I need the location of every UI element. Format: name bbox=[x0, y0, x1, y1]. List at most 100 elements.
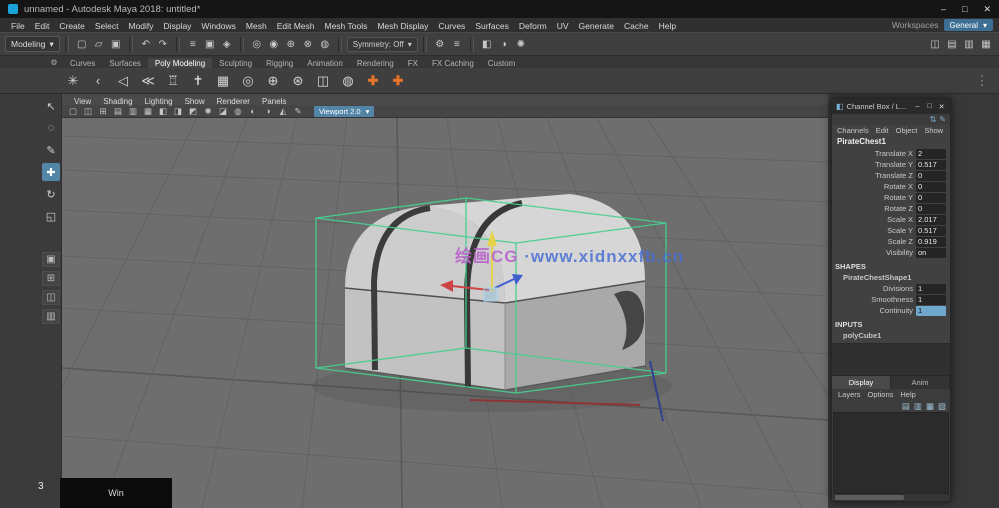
textured-icon[interactable]: ◩ bbox=[186, 106, 200, 117]
viewport-menu-item[interactable]: Show bbox=[179, 97, 211, 106]
make-live-icon[interactable]: ◍ bbox=[317, 36, 333, 52]
select-tool[interactable]: ↖ bbox=[42, 97, 60, 115]
snap-grid-icon[interactable]: ◎ bbox=[249, 36, 265, 52]
snap-point-icon[interactable]: ⊕ bbox=[283, 36, 299, 52]
redo-icon[interactable]: ↷ bbox=[155, 36, 171, 52]
layout-two-pane[interactable]: ◫ bbox=[42, 290, 60, 305]
extrude-icon[interactable]: ✝ bbox=[187, 70, 209, 92]
menu-item[interactable]: Mesh Display bbox=[372, 21, 433, 31]
modeling-toolkit-toggle-icon[interactable]: ◫ bbox=[927, 36, 943, 52]
rotate-tool[interactable]: ↻ bbox=[42, 185, 60, 203]
layer-editor-menu-item[interactable]: Layers bbox=[835, 390, 864, 399]
speed-state-icon[interactable]: ✎ bbox=[939, 115, 946, 124]
channel-divisions-value[interactable]: 1 bbox=[916, 284, 946, 294]
move-tool[interactable]: ✚ bbox=[42, 163, 60, 181]
open-scene-icon[interactable]: ▱ bbox=[91, 36, 107, 52]
render-frame-icon[interactable]: ◧ bbox=[479, 36, 495, 52]
menu-item[interactable]: Mesh bbox=[241, 21, 272, 31]
quad-draw-icon[interactable]: ≪ bbox=[137, 70, 159, 92]
viewport-renderer-dropdown[interactable]: Viewport 2.0 ▾ bbox=[314, 105, 375, 117]
separate-icon[interactable]: ⊛ bbox=[287, 70, 309, 92]
channel-rotate-x-value[interactable]: 0 bbox=[916, 182, 946, 192]
select-hierarchy-icon[interactable]: ≡ bbox=[185, 36, 201, 52]
channel-translate-x-value[interactable]: 2 bbox=[916, 149, 946, 159]
menu-item[interactable]: Create bbox=[54, 21, 90, 31]
workspace-dropdown[interactable]: General ▾ bbox=[943, 19, 993, 31]
viewport-menu-item[interactable]: Lighting bbox=[139, 97, 179, 106]
channel-scale-x-value[interactable]: 2.017 bbox=[916, 215, 946, 225]
channel-scale-z-value[interactable]: 0.919 bbox=[916, 237, 946, 247]
channel-translate-y[interactable]: Translate Y bbox=[832, 160, 913, 170]
move-layer-up-icon[interactable]: ▤ bbox=[902, 401, 910, 412]
mirror-icon[interactable]: ◫ bbox=[312, 70, 334, 92]
new-scene-icon[interactable]: ▢ bbox=[74, 36, 90, 52]
menu-item[interactable]: Display bbox=[159, 21, 197, 31]
snap-curve-icon[interactable]: ◉ bbox=[266, 36, 282, 52]
perspective-viewport[interactable]: View Shading Lighting Show Renderer Panels ▢ ◫… bbox=[62, 94, 828, 508]
channel-rotate-y-value[interactable]: 0 bbox=[916, 193, 946, 203]
channel-continuity[interactable]: Continuity bbox=[832, 306, 913, 316]
select-object-icon[interactable]: ▣ bbox=[202, 36, 218, 52]
channel-box-menu-item[interactable]: Object bbox=[893, 126, 921, 135]
viewport-canvas[interactable]: 绘画CG ·www.xidnxxfb.cn bbox=[62, 118, 828, 508]
combine-icon[interactable]: ⊕ bbox=[262, 70, 284, 92]
save-scene-icon[interactable]: ▣ bbox=[108, 36, 124, 52]
channel-box-menu-item[interactable]: Edit bbox=[873, 126, 892, 135]
attribute-editor-toggle-icon[interactable]: ▤ bbox=[944, 36, 960, 52]
menu-item[interactable]: UV bbox=[552, 21, 574, 31]
tool-settings-toggle-icon[interactable]: ▥ bbox=[961, 36, 977, 52]
channel-visibility-value[interactable]: on bbox=[916, 248, 946, 258]
snap-plane-icon[interactable]: ⊗ bbox=[300, 36, 316, 52]
grease-pencil-icon[interactable]: ✎ bbox=[291, 106, 305, 117]
channel-box-menu-item[interactable]: Show bbox=[921, 126, 946, 135]
close-button[interactable]: ✕ bbox=[983, 4, 991, 15]
layout-outliner-persp[interactable]: ▥ bbox=[42, 309, 60, 324]
channel-smoothness-value[interactable]: 1 bbox=[916, 295, 946, 305]
maximize-button[interactable]: □ bbox=[925, 103, 934, 110]
layer-editor-menu-item[interactable]: Help bbox=[897, 390, 918, 399]
symmetry-dropdown[interactable]: Symmetry: Off ▾ bbox=[346, 36, 418, 52]
tab-anim[interactable]: Anim bbox=[891, 376, 950, 389]
channel-translate-z-value[interactable]: 0 bbox=[916, 171, 946, 181]
select-camera-icon[interactable]: ▢ bbox=[66, 106, 80, 117]
menu-item[interactable]: Help bbox=[654, 21, 681, 31]
input-node-name[interactable]: polyCube1 bbox=[832, 330, 950, 341]
channel-translate-y-value[interactable]: 0.517 bbox=[916, 160, 946, 170]
smooth-icon[interactable]: ◎ bbox=[237, 70, 259, 92]
channel-scale-z[interactable]: Scale Z bbox=[832, 237, 913, 247]
tab-display[interactable]: Display bbox=[832, 376, 891, 389]
menuset-dropdown[interactable]: Modeling ▾ bbox=[5, 36, 60, 52]
maximize-button[interactable]: □ bbox=[962, 4, 967, 15]
menu-item[interactable]: Windows bbox=[196, 21, 240, 31]
channel-rotate-x[interactable]: Rotate X bbox=[832, 182, 913, 192]
channel-sliders-icon[interactable]: ⇅ bbox=[930, 115, 937, 124]
multisample-icon[interactable]: ◑ bbox=[261, 106, 275, 117]
menu-item[interactable]: Modify bbox=[124, 21, 159, 31]
channel-box-toggle-icon[interactable]: ▦ bbox=[978, 36, 994, 52]
menu-item[interactable]: Curves bbox=[433, 21, 470, 31]
layer-editor-menu-item[interactable]: Options bbox=[865, 390, 897, 399]
bevel-icon[interactable]: ▦ bbox=[212, 70, 234, 92]
image-plane-icon[interactable]: ▥ bbox=[126, 106, 140, 117]
target-weld-icon[interactable]: ‹ bbox=[87, 70, 109, 92]
menu-item[interactable]: Cache bbox=[619, 21, 654, 31]
object-name[interactable]: PirateChest1 bbox=[832, 136, 950, 148]
scrollbar-thumb[interactable] bbox=[835, 495, 905, 500]
menu-item[interactable]: Select bbox=[90, 21, 124, 31]
screen-space-ao-icon[interactable]: ◍ bbox=[231, 106, 245, 117]
motion-blur-icon[interactable]: ◐ bbox=[246, 106, 260, 117]
add-shelf-item-icon[interactable]: ✚ bbox=[362, 70, 384, 92]
multi-cut-icon[interactable]: ✳ bbox=[62, 70, 84, 92]
ipr-render-icon[interactable]: ◑ bbox=[496, 36, 512, 52]
menu-item[interactable]: Deform bbox=[514, 21, 552, 31]
channel-scale-x[interactable]: Scale X bbox=[832, 215, 913, 225]
menu-item[interactable]: Edit Mesh bbox=[272, 21, 320, 31]
channel-divisions[interactable]: Divisions bbox=[832, 284, 913, 294]
channel-continuity-value[interactable]: 1 bbox=[916, 306, 946, 316]
channel-rotate-z[interactable]: Rotate Z bbox=[832, 204, 913, 214]
viewport-menu-item[interactable]: Renderer bbox=[211, 97, 256, 106]
isolate-select-icon[interactable]: ◭ bbox=[276, 106, 290, 117]
undo-icon[interactable]: ↶ bbox=[138, 36, 154, 52]
layer-list[interactable] bbox=[833, 412, 949, 494]
channel-scale-y-value[interactable]: 0.517 bbox=[916, 226, 946, 236]
